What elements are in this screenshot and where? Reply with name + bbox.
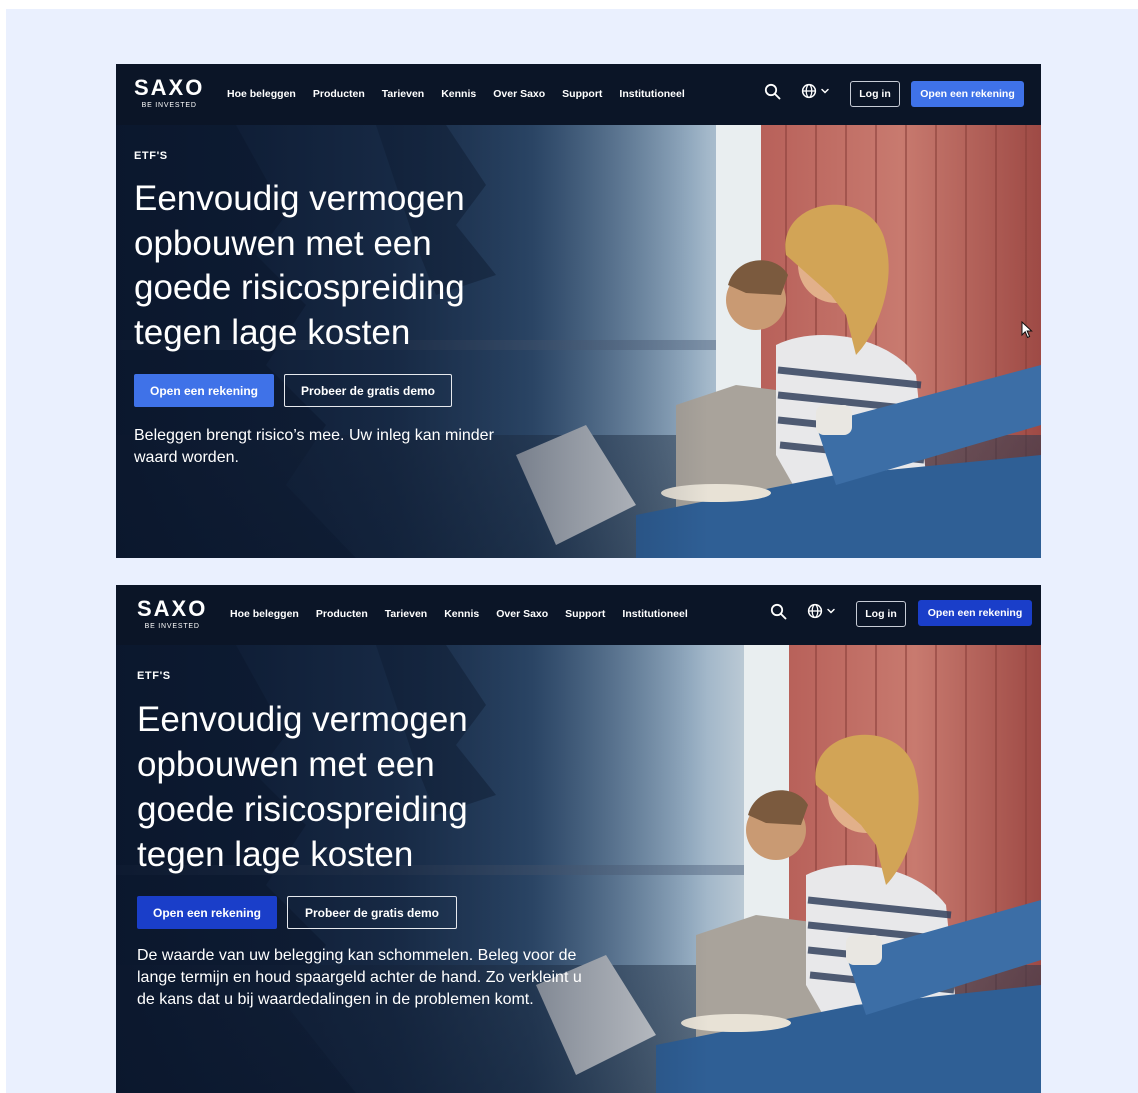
globe-icon xyxy=(807,603,823,619)
search-icon xyxy=(770,603,787,620)
menu-item-kennis[interactable]: Kennis xyxy=(441,87,476,101)
menu-item-over-saxo[interactable]: Over Saxo xyxy=(496,607,548,621)
hero-eyebrow: ETF'S xyxy=(137,670,171,682)
menu-item-kennis[interactable]: Kennis xyxy=(444,607,479,621)
hero-headline: Eenvoudig vermogen opbouwen met een goed… xyxy=(137,700,468,874)
nav-open-account-button[interactable]: Open een rekening xyxy=(911,81,1024,107)
homepage-variant-1: SAXO BE INVESTED Hoe beleggen Producten … xyxy=(116,64,1041,558)
logo-tagline: BE INVESTED xyxy=(141,102,197,109)
hero-cta-group: Open een rekening Probeer de gratis demo xyxy=(134,374,534,407)
risk-disclaimer: Beleggen brengt risico’s mee. Uw inleg k… xyxy=(134,427,494,466)
menu-item-over-saxo[interactable]: Over Saxo xyxy=(493,87,545,101)
logo-wordmark: SAXO xyxy=(134,75,205,100)
chevron-down-icon xyxy=(821,88,829,94)
globe-icon xyxy=(801,83,817,99)
hero-content: ETF'S Eenvoudig vermogen opbouwen met ee… xyxy=(137,669,582,1027)
menu-item-producten[interactable]: Producten xyxy=(316,607,368,621)
menu-item-institutioneel[interactable]: Institutioneel xyxy=(619,87,684,101)
menu-item-support[interactable]: Support xyxy=(565,607,605,621)
menu-item-hoe-beleggen[interactable]: Hoe beleggen xyxy=(227,87,296,101)
main-menu: Hoe beleggen Producten Tarieven Kennis O… xyxy=(230,607,688,621)
hero-eyebrow: ETF'S xyxy=(134,150,168,162)
menu-item-institutioneel[interactable]: Institutioneel xyxy=(622,607,687,621)
top-navigation: SAXO BE INVESTED Hoe beleggen Producten … xyxy=(116,585,1041,645)
free-demo-button[interactable]: Probeer de gratis demo xyxy=(287,896,457,929)
language-selector[interactable] xyxy=(807,603,836,619)
open-account-button[interactable]: Open een rekening xyxy=(134,374,274,407)
hero-headline: Eenvoudig vermogen opbouwen met een goed… xyxy=(134,179,465,352)
logo-tagline: BE INVESTED xyxy=(144,623,200,630)
hero-content: ETF'S Eenvoudig vermogen opbouwen met ee… xyxy=(134,149,534,485)
hero-cta-group: Open een rekening Probeer de gratis demo xyxy=(137,896,582,929)
menu-item-hoe-beleggen[interactable]: Hoe beleggen xyxy=(230,607,299,621)
search-icon xyxy=(764,83,781,100)
menu-item-tarieven[interactable]: Tarieven xyxy=(385,607,427,621)
main-menu: Hoe beleggen Producten Tarieven Kennis O… xyxy=(227,87,685,101)
saxo-logo[interactable]: SAXO BE INVESTED xyxy=(137,597,207,632)
mouse-cursor-icon xyxy=(1021,321,1033,339)
free-demo-button[interactable]: Probeer de gratis demo xyxy=(284,374,452,407)
login-button[interactable]: Log in xyxy=(856,601,906,627)
chevron-down-icon xyxy=(827,608,835,614)
homepage-variant-2: SAXO BE INVESTED Hoe beleggen Producten … xyxy=(116,585,1041,1093)
menu-item-tarieven[interactable]: Tarieven xyxy=(382,87,424,101)
saxo-logo[interactable]: SAXO BE INVESTED xyxy=(134,76,204,111)
open-account-button[interactable]: Open een rekening xyxy=(137,896,277,929)
risk-disclaimer: De waarde van uw belegging kan schommele… xyxy=(137,947,582,1008)
menu-item-producten[interactable]: Producten xyxy=(313,87,365,101)
nav-open-account-button[interactable]: Open een rekening xyxy=(918,600,1032,626)
language-selector[interactable] xyxy=(801,83,830,99)
logo-wordmark: SAXO xyxy=(137,596,208,621)
menu-item-support[interactable]: Support xyxy=(562,87,602,101)
search-button[interactable] xyxy=(764,83,781,100)
login-button[interactable]: Log in xyxy=(850,81,900,107)
top-navigation: SAXO BE INVESTED Hoe beleggen Producten … xyxy=(116,64,1041,125)
search-button[interactable] xyxy=(770,603,787,620)
